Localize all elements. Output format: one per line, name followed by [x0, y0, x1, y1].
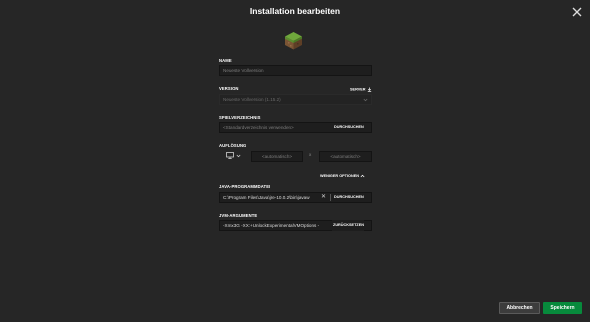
grass-block-icon[interactable] [284, 31, 303, 50]
chevron-down-icon [363, 98, 368, 102]
monitor-icon [226, 152, 234, 159]
resolution-label: AUFLÖSUNG [219, 143, 247, 148]
resolution-height-input[interactable]: <automatisch> [319, 151, 372, 162]
cancel-button[interactable]: Abbrechen [499, 302, 540, 314]
server-download-link[interactable]: SERVER [350, 87, 372, 92]
jvm-arguments-label: JVM-ARGUMENTE [219, 213, 258, 218]
game-directory-label: SPIELVERZEICHNIS [219, 115, 261, 120]
server-link-label: SERVER [350, 87, 366, 92]
resolution-width-input[interactable]: <automatisch> [251, 151, 303, 162]
java-executable-browse-button[interactable]: DURCHSUCHEN [334, 192, 364, 203]
jvm-arguments-reset-button[interactable]: ZURÜCKSETZEN [332, 220, 365, 231]
jvm-arguments-value: -Xmx3G -XX:+UnlockExperimentalVMOptions … [223, 223, 320, 228]
close-icon[interactable] [570, 5, 584, 19]
version-select[interactable]: Neueste Vollversion (1.15.2) [219, 94, 372, 105]
dialog-title: Installation bearbeiten [249, 6, 341, 16]
download-icon [367, 87, 371, 92]
version-label: VERSION [219, 86, 239, 91]
less-options-toggle[interactable]: WENIGER OPTIONEN [320, 174, 365, 178]
save-button[interactable]: Speichern [543, 302, 582, 314]
version-value: Neueste Vollversion (1.15.2) [223, 97, 281, 102]
resolution-separator: x [309, 152, 312, 157]
game-directory-browse-button[interactable]: DURCHSUCHEN [334, 122, 364, 133]
field-divider [330, 194, 331, 201]
resolution-preset-select[interactable] [226, 152, 242, 160]
name-input[interactable]: Neueste Vollversion [219, 65, 372, 76]
name-label: NAME [219, 58, 232, 63]
chevron-up-icon [360, 174, 365, 178]
chevron-down-icon [236, 154, 241, 157]
clear-icon[interactable]: ✕ [321, 193, 326, 202]
java-executable-label: JAVA-PROGRAMMDATEI [219, 184, 271, 189]
less-options-label: WENIGER OPTIONEN [320, 174, 360, 178]
game-directory-placeholder: <Standardverzeichnis verwenden> [223, 125, 294, 130]
java-executable-value: C:\Program Files\Java\jre-10.0.2\bin\jav… [223, 195, 310, 200]
